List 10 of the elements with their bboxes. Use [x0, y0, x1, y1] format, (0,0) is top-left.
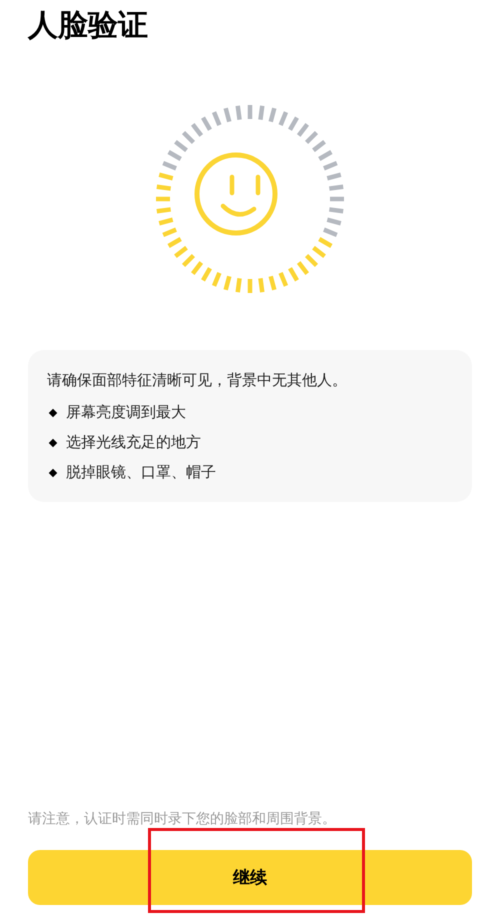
tip-item: 选择光线充足的地方 — [66, 433, 201, 453]
bullet-icon — [48, 408, 58, 418]
tips-heading: 请确保面部特征清晰可见，背景中无其他人。 — [47, 371, 348, 391]
tip-item: 脱掉眼镜、口罩、帽子 — [66, 463, 216, 483]
bullet-icon — [48, 438, 58, 448]
page-title: 人脸验证 — [28, 8, 148, 44]
continue-button[interactable]: 继续 — [28, 850, 472, 905]
bullet-icon — [48, 468, 58, 478]
notice-text: 请注意，认证时需同时录下您的脸部和周围背景。 — [28, 809, 336, 828]
tip-item: 屏幕亮度调到最大 — [66, 403, 186, 423]
